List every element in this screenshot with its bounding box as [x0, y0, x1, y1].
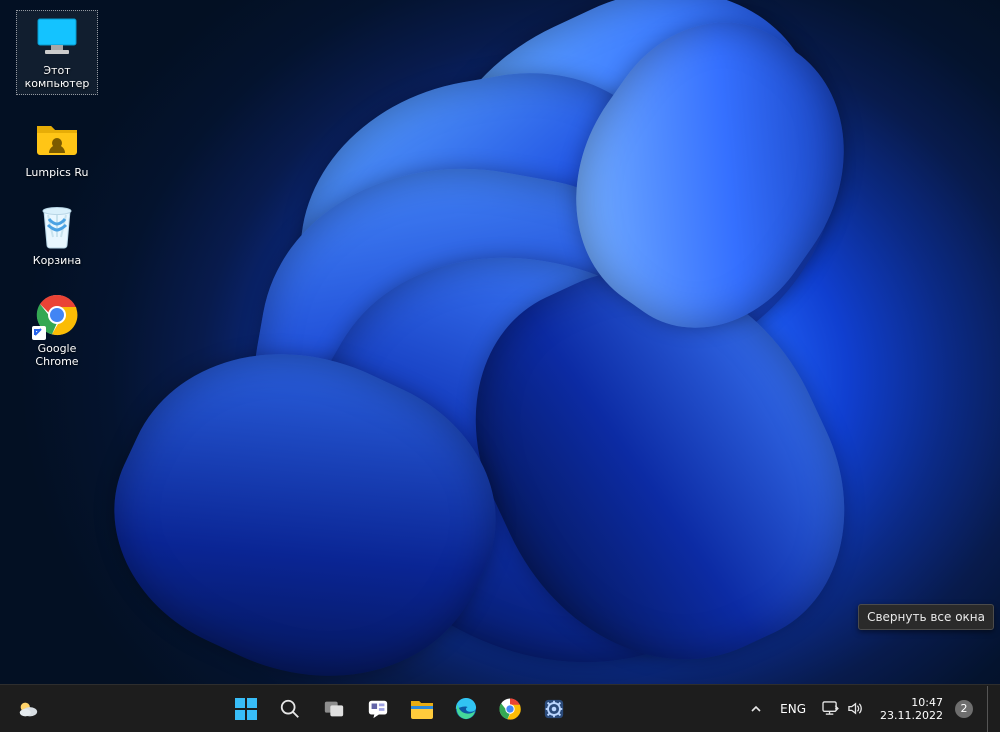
- volume-icon: [847, 701, 864, 716]
- chrome-icon: [34, 292, 80, 338]
- taskbar: ENG 10:47 23.11.2022 2: [0, 684, 1000, 732]
- monitor-icon: [34, 14, 80, 60]
- search-icon: [279, 698, 301, 720]
- clock-date: 23.11.2022: [880, 709, 943, 722]
- edge-button[interactable]: [445, 688, 487, 730]
- desktop-icon-this-pc[interactable]: Этот компьютер: [16, 10, 98, 95]
- desktop-icon-label: Корзина: [33, 254, 81, 267]
- search-button[interactable]: [269, 688, 311, 730]
- file-explorer-button[interactable]: [401, 688, 443, 730]
- edge-icon: [455, 698, 477, 720]
- chevron-up-icon: [750, 703, 762, 715]
- chat-icon: [367, 698, 389, 720]
- chat-button[interactable]: [357, 688, 399, 730]
- desktop-icon-label: Google Chrome: [35, 342, 78, 368]
- network-icon: [822, 701, 839, 716]
- desktop-icon-chrome[interactable]: Google Chrome: [16, 289, 98, 372]
- task-view-icon: [323, 698, 345, 720]
- show-desktop-tooltip: Свернуть все окна: [858, 604, 994, 630]
- chrome-icon: [499, 698, 521, 720]
- weather-icon: [17, 698, 39, 720]
- desktop-icon-recycle-bin[interactable]: Корзина: [16, 201, 98, 271]
- folder-icon: [34, 116, 80, 162]
- show-desktop-button[interactable]: [987, 686, 994, 732]
- windows-logo-icon: [235, 698, 257, 720]
- clock-button[interactable]: 10:47 23.11.2022: [876, 692, 947, 726]
- system-tray: ENG 10:47 23.11.2022 2: [744, 685, 1000, 732]
- tray-overflow-button[interactable]: [744, 697, 768, 721]
- gear-icon: [543, 698, 565, 720]
- widgets-button[interactable]: [7, 688, 49, 730]
- desktop-icon-label: Этот компьютер: [19, 64, 95, 90]
- clock-time: 10:47: [911, 696, 943, 709]
- recycle-bin-icon: [34, 204, 80, 250]
- settings-button[interactable]: [533, 688, 575, 730]
- chrome-taskbar-button[interactable]: [489, 688, 531, 730]
- language-indicator[interactable]: ENG: [776, 698, 810, 720]
- desktop[interactable]: Этот компьютер Lumpics Ru: [0, 0, 1000, 684]
- file-explorer-icon: [410, 698, 434, 720]
- taskbar-center: [56, 688, 744, 730]
- desktop-icon-lumpics[interactable]: Lumpics Ru: [16, 113, 98, 183]
- desktop-icons: Этот компьютер Lumpics Ru: [16, 10, 98, 372]
- quick-settings-button[interactable]: [818, 697, 868, 720]
- notification-badge[interactable]: 2: [955, 700, 973, 718]
- desktop-icon-label: Lumpics Ru: [25, 166, 88, 179]
- task-view-button[interactable]: [313, 688, 355, 730]
- start-button[interactable]: [225, 688, 267, 730]
